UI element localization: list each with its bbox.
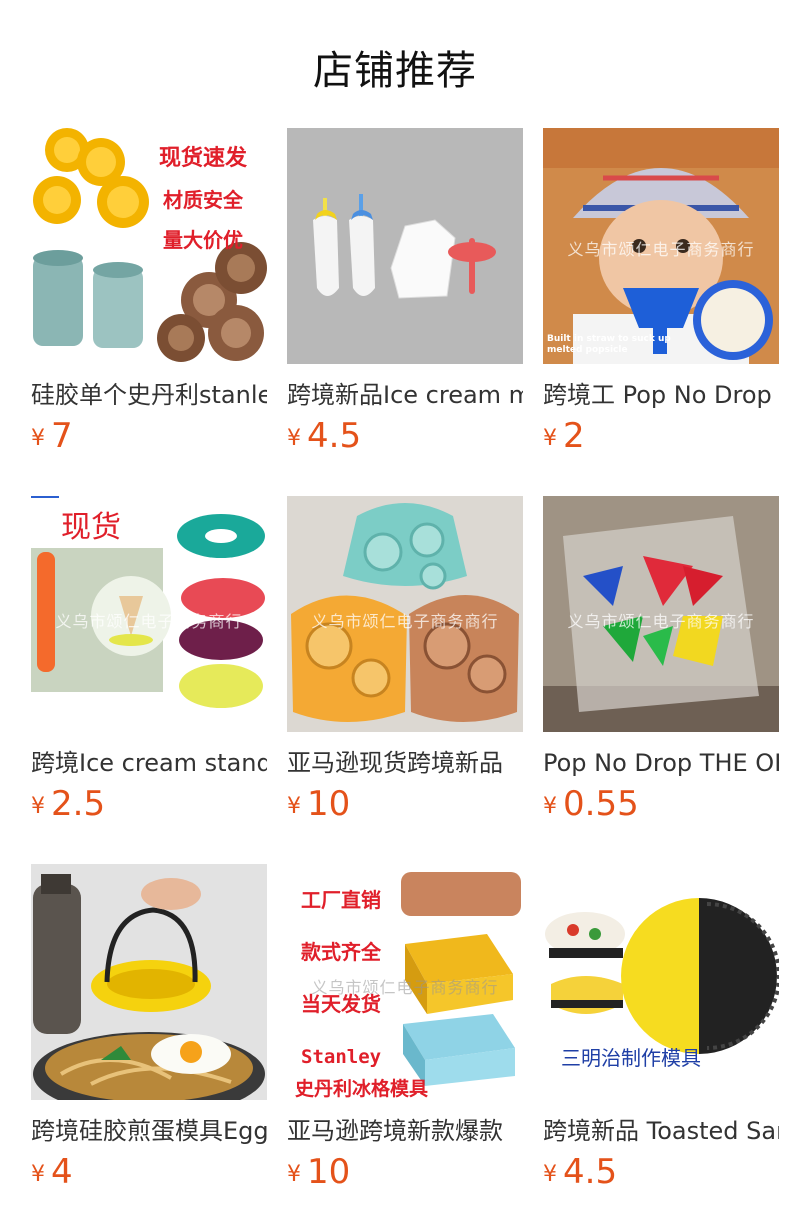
product-price: ¥10 bbox=[287, 784, 350, 824]
currency-symbol: ¥ bbox=[287, 426, 301, 451]
product-card[interactable]: 跨境硅胶煎蛋模具Egg ¥4 bbox=[31, 864, 267, 1192]
product-card[interactable]: 工厂直销 款式齐全 当天发货 Stanley 史丹利冰格模具 义乌市颂仁电子商务… bbox=[287, 864, 523, 1192]
image-caption: 三明治制作模具 bbox=[561, 1046, 701, 1070]
price-value: 2.5 bbox=[51, 784, 106, 824]
product-card[interactable]: 现货速发 材质安全 量大价优 硅胶单个史丹利stanley ¥7 bbox=[31, 128, 267, 456]
image-caption: Built in straw to suck up melted popsicl… bbox=[547, 334, 671, 355]
product-image[interactable]: 义乌市颂仁电子商务商行 Built in straw to suck up me… bbox=[543, 128, 779, 364]
image-caption: 史丹利冰格模具 bbox=[295, 1078, 429, 1100]
product-name[interactable]: 亚马逊跨境新款爆款 bbox=[287, 1114, 523, 1148]
currency-symbol: ¥ bbox=[31, 1162, 45, 1187]
product-name[interactable]: Pop No Drop THE ORIGINAL bbox=[543, 746, 779, 780]
watermark: 义乌市颂仁电子商务商行 bbox=[55, 612, 243, 631]
product-price: ¥7 bbox=[31, 416, 73, 456]
image-caption: 量大价优 bbox=[163, 228, 243, 252]
watermark: 义乌市颂仁电子商务商行 bbox=[311, 612, 499, 631]
currency-symbol: ¥ bbox=[31, 794, 45, 819]
product-name[interactable]: 跨境Ice cream stand bbox=[31, 746, 267, 780]
image-caption: 现货速发 bbox=[159, 145, 248, 171]
product-image[interactable]: 现货 义乌市颂仁电子商务商行 bbox=[31, 496, 267, 732]
product-image[interactable] bbox=[287, 128, 523, 364]
watermark: 义乌市颂仁电子商务商行 bbox=[567, 240, 755, 259]
image-caption: 现货 bbox=[61, 510, 121, 545]
product-price: ¥4.5 bbox=[543, 1152, 617, 1192]
product-card[interactable]: 义乌市颂仁电子商务商行 Built in straw to suck up me… bbox=[543, 128, 779, 456]
product-name[interactable]: 跨境硅胶煎蛋模具Egg bbox=[31, 1114, 267, 1148]
product-name[interactable]: 跨境新品Ice cream mold bbox=[287, 378, 523, 412]
product-image[interactable]: 工厂直销 款式齐全 当天发货 Stanley 史丹利冰格模具 义乌市颂仁电子商务… bbox=[287, 864, 523, 1100]
product-price: ¥0.55 bbox=[543, 784, 639, 824]
currency-symbol: ¥ bbox=[287, 1162, 301, 1187]
price-value: 4 bbox=[51, 1152, 73, 1192]
product-price: ¥4.5 bbox=[287, 416, 361, 456]
product-name[interactable]: 亚马逊现货跨境新品 bbox=[287, 746, 523, 780]
currency-symbol: ¥ bbox=[543, 1162, 557, 1187]
page-title: 店铺推荐 bbox=[313, 48, 477, 94]
product-name[interactable]: 硅胶单个史丹利stanley bbox=[31, 378, 267, 412]
product-name[interactable]: 跨境工 Pop No Drop bbox=[543, 378, 779, 412]
image-caption: 材质安全 bbox=[163, 188, 243, 212]
product-card[interactable]: 义乌市颂仁电子商务商行 亚马逊现货跨境新品 ¥10 bbox=[287, 496, 523, 824]
product-price: ¥4 bbox=[31, 1152, 73, 1192]
product-card[interactable]: 义乌市颂仁电子商务商行 Pop No Drop THE ORIGINAL ¥0.… bbox=[543, 496, 779, 824]
product-image[interactable]: 义乌市颂仁电子商务商行 bbox=[543, 496, 779, 732]
product-price: ¥2.5 bbox=[31, 784, 105, 824]
currency-symbol: ¥ bbox=[31, 426, 45, 451]
product-price: ¥10 bbox=[287, 1152, 350, 1192]
price-value: 0.55 bbox=[563, 784, 639, 824]
product-price: ¥2 bbox=[543, 416, 585, 456]
watermark: 义乌市颂仁电子商务商行 bbox=[567, 612, 755, 631]
currency-symbol: ¥ bbox=[543, 794, 557, 819]
product-image[interactable] bbox=[31, 864, 267, 1100]
price-value: 10 bbox=[307, 1152, 351, 1192]
image-caption: 款式齐全 bbox=[301, 940, 381, 964]
watermark: 义乌市颂仁电子商务商行 bbox=[311, 978, 499, 997]
product-card[interactable]: 现货 义乌市颂仁电子商务商行 跨境Ice cream stand ¥2.5 bbox=[31, 496, 267, 824]
product-card[interactable]: 跨境新品Ice cream mold ¥4.5 bbox=[287, 128, 523, 456]
product-name[interactable]: 跨境新品 Toasted Sandwich bbox=[543, 1114, 779, 1148]
price-value: 10 bbox=[307, 784, 351, 824]
currency-symbol: ¥ bbox=[543, 426, 557, 451]
product-image[interactable]: 现货速发 材质安全 量大价优 bbox=[31, 128, 267, 364]
product-image[interactable]: 三明治制作模具 bbox=[543, 864, 779, 1100]
currency-symbol: ¥ bbox=[287, 794, 301, 819]
price-value: 2 bbox=[563, 416, 585, 456]
product-image[interactable]: 义乌市颂仁电子商务商行 bbox=[287, 496, 523, 732]
price-value: 4.5 bbox=[307, 416, 362, 456]
image-caption: 工厂直销 bbox=[301, 888, 381, 912]
product-card[interactable]: 三明治制作模具 跨境新品 Toasted Sandwich ¥4.5 bbox=[543, 864, 779, 1192]
price-value: 4.5 bbox=[563, 1152, 618, 1192]
image-caption: Stanley bbox=[301, 1046, 382, 1068]
price-value: 7 bbox=[51, 416, 73, 456]
